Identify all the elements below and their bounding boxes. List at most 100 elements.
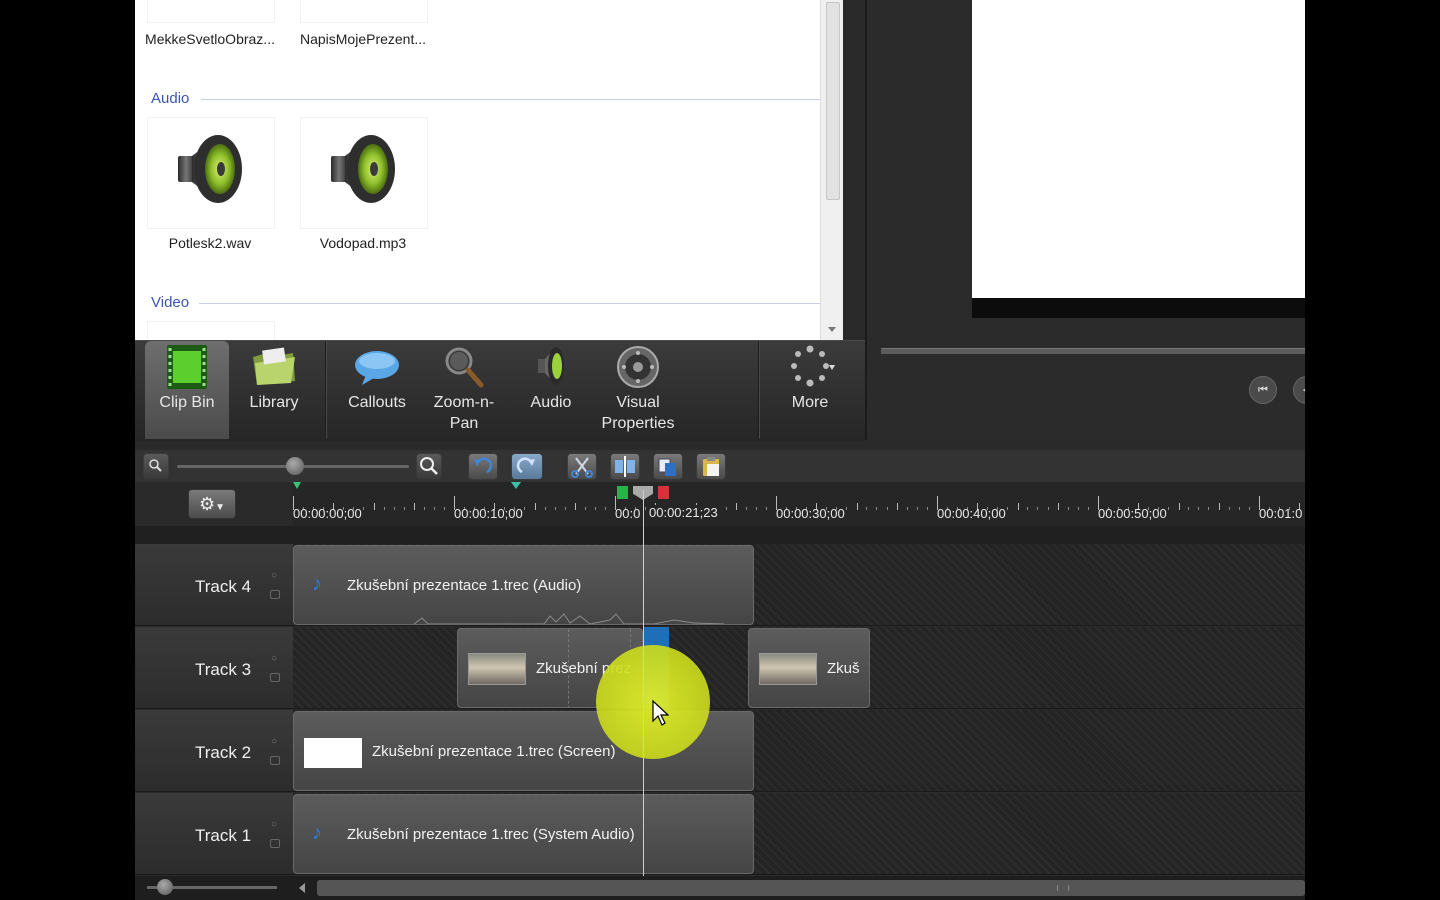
clip-label: Zkušební prezentace 1.trec (System Audio… (347, 826, 635, 843)
track-height-knob[interactable] (157, 879, 173, 895)
track-lane[interactable]: ♪ Zkušební prezentace 1.trec (System Aud… (293, 793, 1305, 875)
ruler-minor-tick (766, 507, 767, 510)
tab-callouts[interactable]: Callouts (337, 341, 417, 439)
tab-label: Zoom-n- Pan (433, 394, 495, 432)
track-header[interactable]: Track 3 ○ (135, 627, 293, 709)
clip-thumbnail (759, 653, 817, 685)
media-item-label[interactable]: NapisMojePrezent... (288, 31, 438, 47)
zoom-out-icon[interactable] (143, 453, 169, 479)
clip-bin-scrollbar[interactable] (820, 0, 843, 340)
audio-file-thumbnail[interactable] (300, 117, 428, 229)
video-file-thumbnail[interactable] (147, 321, 275, 340)
ruler-minor-tick (1229, 507, 1230, 510)
ruler-time-label: 00:00:10;00 (454, 506, 523, 521)
audio-clip[interactable]: ♪ Zkušební prezentace 1.trec (System Aud… (293, 794, 754, 874)
undo-icon[interactable] (468, 453, 498, 480)
ruler-tick (575, 503, 576, 510)
copy-icon[interactable] (653, 453, 683, 480)
ruler-minor-tick (404, 507, 405, 510)
track-header[interactable]: Track 4 ○ (135, 544, 293, 626)
track-1: Track 1 ○ ♪ Zkušební prezentace 1.trec (… (135, 793, 1305, 875)
redo-icon[interactable] (511, 453, 543, 480)
track-header[interactable]: Track 2 ○ (135, 710, 293, 792)
previous-clip-icon[interactable]: ⏮ (1249, 376, 1277, 404)
track-name: Track 3 (195, 660, 252, 679)
ruler-minor-tick (726, 507, 727, 510)
ruler-minor-tick (1037, 507, 1038, 510)
scrollbar-thumb[interactable] (826, 2, 840, 200)
camtasia-editor: MekkeSvetloObraz... NapisMojePrezent... … (135, 0, 1305, 900)
scroll-left-icon[interactable] (299, 883, 305, 893)
timeline-horizontal-scrollbar[interactable] (317, 880, 1305, 896)
track-header[interactable]: Track 1 ○ (135, 793, 293, 875)
track-options-button[interactable]: ⚙▼ (188, 489, 236, 519)
zoom-slider-knob[interactable] (286, 457, 304, 475)
lock-icon[interactable] (270, 756, 280, 765)
visibility-eye-icon[interactable]: ○ (271, 653, 277, 664)
zoom-in-icon[interactable] (416, 453, 442, 479)
audio-file-thumbnail[interactable] (147, 117, 275, 229)
tab-label: More (791, 394, 829, 411)
lock-icon[interactable] (270, 590, 280, 599)
playhead-line[interactable] (643, 490, 644, 876)
video-section-header: Video (151, 294, 190, 311)
tab-label: Library (249, 394, 299, 411)
track-lane[interactable]: Zkušební prez Zkuš (293, 627, 1305, 709)
rewind-icon[interactable]: ◀ (1293, 376, 1305, 404)
preview-panel: ⏮ ◀ (865, 0, 1305, 440)
ruler-minor-tick (756, 507, 757, 510)
visibility-eye-icon[interactable]: ○ (271, 819, 277, 830)
track-lane[interactable]: ♪ Zkušební prezentace 1.trec (Audio) (293, 544, 1305, 626)
cut-icon[interactable] (567, 453, 597, 480)
visibility-eye-icon[interactable]: ○ (271, 570, 277, 581)
ruler-minor-tick (1078, 507, 1079, 510)
ruler-time-label: 00:01:0 (1259, 506, 1303, 521)
track-lane[interactable]: Zkušební prezentace 1.trec (Screen) (293, 710, 1305, 792)
scrollbar-grip (1057, 885, 1069, 891)
lock-icon[interactable] (270, 839, 280, 848)
audio-clip[interactable]: ♪ Zkušební prezentace 1.trec (Audio) (293, 545, 754, 625)
tab-separator (758, 341, 760, 439)
tab-more[interactable]: More (767, 341, 853, 439)
timeline-ruler[interactable]: 00:00:00;00 00:00:10;00 00:0 00:00:21;23… (293, 482, 1305, 526)
video-clip[interactable]: Zkuš (748, 628, 870, 708)
ruler-minor-tick (585, 507, 586, 510)
split-icon[interactable] (610, 453, 640, 480)
tab-visual-properties[interactable]: Visual Properties (593, 341, 683, 439)
audio-section-header: Audio (151, 90, 190, 107)
audio-file-label[interactable]: Vodopad.mp3 (288, 235, 438, 251)
tab-zoom-n-pan[interactable]: Zoom-n- Pan (423, 341, 505, 439)
scroll-down-icon[interactable] (828, 327, 836, 332)
ruler-minor-tick (434, 507, 435, 510)
tab-audio[interactable]: Audio (513, 341, 589, 439)
ruler-time-label: 00:00:50;00 (1098, 506, 1167, 521)
ruler-time-label: 00:00:00;00 (293, 506, 362, 521)
selection-start-marker[interactable] (617, 486, 628, 499)
media-thumbnail[interactable] (147, 0, 275, 23)
ruler-minor-tick (917, 507, 918, 510)
music-note-icon: ♪ (312, 822, 322, 844)
selection-end-marker[interactable] (658, 486, 669, 499)
timeline-footer (135, 876, 1305, 900)
reel-icon (617, 346, 659, 388)
ruler-minor-tick (1048, 507, 1049, 510)
paste-icon[interactable] (696, 453, 726, 480)
tools-tabbar: Clip Bin Library Callouts Zoom-n- Pan Au… (135, 340, 865, 441)
clip-label: Zkušební prezentace 1.trec (Audio) (347, 577, 582, 594)
ruler-minor-tick (1239, 507, 1240, 510)
media-item-label[interactable]: MekkeSvetloObraz... (135, 31, 285, 47)
media-thumbnail[interactable] (300, 0, 428, 23)
timeline-marker[interactable] (511, 482, 521, 489)
ruler-minor-tick (444, 507, 445, 510)
tab-clip-bin[interactable]: Clip Bin (145, 341, 229, 439)
visibility-eye-icon[interactable]: ○ (271, 736, 277, 747)
ruler-minor-tick (907, 507, 908, 510)
tab-library[interactable]: Library (233, 341, 315, 439)
track-name: Track 1 (195, 826, 252, 845)
lock-icon[interactable] (270, 673, 280, 682)
audio-file-label[interactable]: Potlesk2.wav (135, 235, 285, 251)
film-icon (167, 345, 207, 389)
tab-label: Audio (530, 394, 572, 411)
preview-scrub-bar[interactable] (881, 348, 1305, 354)
ruler-minor-tick (1007, 507, 1008, 510)
